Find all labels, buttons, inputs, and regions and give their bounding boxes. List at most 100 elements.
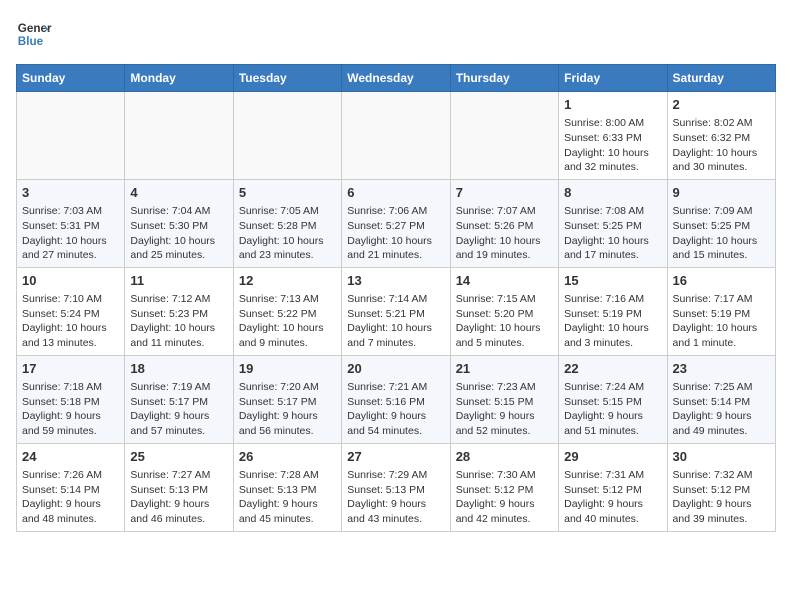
day-info-line: Daylight: 10 hours xyxy=(456,321,553,336)
day-number: 28 xyxy=(456,448,553,466)
day-info-line: and 19 minutes. xyxy=(456,248,553,263)
calendar-cell: 16Sunrise: 7:17 AMSunset: 5:19 PMDayligh… xyxy=(667,267,775,355)
day-info-line: Sunrise: 8:02 AM xyxy=(673,116,770,131)
day-number: 17 xyxy=(22,360,119,378)
day-number: 22 xyxy=(564,360,661,378)
day-info-line: and 15 minutes. xyxy=(673,248,770,263)
calendar-cell: 24Sunrise: 7:26 AMSunset: 5:14 PMDayligh… xyxy=(17,443,125,531)
day-number: 30 xyxy=(673,448,770,466)
day-info-line: Daylight: 9 hours xyxy=(456,497,553,512)
week-row-2: 10Sunrise: 7:10 AMSunset: 5:24 PMDayligh… xyxy=(17,267,776,355)
day-info-line: Sunrise: 7:20 AM xyxy=(239,380,336,395)
day-info-line: Daylight: 10 hours xyxy=(22,234,119,249)
calendar-cell: 26Sunrise: 7:28 AMSunset: 5:13 PMDayligh… xyxy=(233,443,341,531)
calendar-cell: 1 Sunrise: 8:00 AMSunset: 6:33 PMDaylight… xyxy=(559,92,667,180)
weekday-header-tuesday: Tuesday xyxy=(233,65,341,92)
day-info-line: Sunrise: 7:19 AM xyxy=(130,380,227,395)
weekday-header-saturday: Saturday xyxy=(667,65,775,92)
day-info-line: Daylight: 9 hours xyxy=(22,497,119,512)
day-info-line: Daylight: 10 hours xyxy=(130,321,227,336)
day-number: 18 xyxy=(130,360,227,378)
day-number: 20 xyxy=(347,360,444,378)
day-number: 13 xyxy=(347,272,444,290)
week-row-3: 17Sunrise: 7:18 AMSunset: 5:18 PMDayligh… xyxy=(17,355,776,443)
day-number: 3 xyxy=(22,184,119,202)
day-info-line: Sunrise: 7:06 AM xyxy=(347,204,444,219)
day-number: 25 xyxy=(130,448,227,466)
day-number: 24 xyxy=(22,448,119,466)
calendar-cell: 27Sunrise: 7:29 AMSunset: 5:13 PMDayligh… xyxy=(342,443,450,531)
day-info-line: and 5 minutes. xyxy=(456,336,553,351)
day-info-line: and 51 minutes. xyxy=(564,424,661,439)
day-info-line: and 3 minutes. xyxy=(564,336,661,351)
day-number: 5 xyxy=(239,184,336,202)
day-info-line: and 48 minutes. xyxy=(22,512,119,527)
day-info-line: Daylight: 10 hours xyxy=(239,234,336,249)
day-info-line: and 23 minutes. xyxy=(239,248,336,263)
day-number: 26 xyxy=(239,448,336,466)
day-info-line: Sunset: 5:13 PM xyxy=(347,483,444,498)
day-number: 16 xyxy=(673,272,770,290)
calendar-cell: 21Sunrise: 7:23 AMSunset: 5:15 PMDayligh… xyxy=(450,355,558,443)
calendar-cell: 12Sunrise: 7:13 AMSunset: 5:22 PMDayligh… xyxy=(233,267,341,355)
day-info-line: Sunset: 5:16 PM xyxy=(347,395,444,410)
day-info-line: and 39 minutes. xyxy=(673,512,770,527)
header: General Blue xyxy=(16,16,776,52)
day-info-line: Sunset: 5:24 PM xyxy=(22,307,119,322)
weekday-header-sunday: Sunday xyxy=(17,65,125,92)
day-info-line: Daylight: 10 hours xyxy=(673,321,770,336)
calendar-cell: 4Sunrise: 7:04 AMSunset: 5:30 PMDaylight… xyxy=(125,179,233,267)
day-number: 7 xyxy=(456,184,553,202)
day-info-line: Sunrise: 7:10 AM xyxy=(22,292,119,307)
day-info-line: and 25 minutes. xyxy=(130,248,227,263)
day-number: 9 xyxy=(673,184,770,202)
day-info-line: Sunrise: 7:23 AM xyxy=(456,380,553,395)
day-number: 14 xyxy=(456,272,553,290)
day-number: 11 xyxy=(130,272,227,290)
day-info-line: Sunset: 5:13 PM xyxy=(239,483,336,498)
day-info-line: Daylight: 10 hours xyxy=(673,234,770,249)
calendar-cell: 13Sunrise: 7:14 AMSunset: 5:21 PMDayligh… xyxy=(342,267,450,355)
day-number: 21 xyxy=(456,360,553,378)
calendar-cell: 11Sunrise: 7:12 AMSunset: 5:23 PMDayligh… xyxy=(125,267,233,355)
day-number: 15 xyxy=(564,272,661,290)
day-info-line: Sunset: 5:23 PM xyxy=(130,307,227,322)
calendar-cell: 17Sunrise: 7:18 AMSunset: 5:18 PMDayligh… xyxy=(17,355,125,443)
day-info-line: and 42 minutes. xyxy=(456,512,553,527)
day-info-line: Sunrise: 8:00 AM xyxy=(564,116,661,131)
calendar-cell: 3Sunrise: 7:03 AMSunset: 5:31 PMDaylight… xyxy=(17,179,125,267)
day-info-line: Sunset: 5:12 PM xyxy=(564,483,661,498)
weekday-header-thursday: Thursday xyxy=(450,65,558,92)
day-info-line: Sunrise: 7:27 AM xyxy=(130,468,227,483)
day-info-line: and 56 minutes. xyxy=(239,424,336,439)
day-info-line: Sunrise: 7:03 AM xyxy=(22,204,119,219)
day-info-line: Sunrise: 7:16 AM xyxy=(564,292,661,307)
day-info-line: Sunset: 5:26 PM xyxy=(456,219,553,234)
day-number: 6 xyxy=(347,184,444,202)
weekday-header-monday: Monday xyxy=(125,65,233,92)
day-info-line: Sunrise: 7:05 AM xyxy=(239,204,336,219)
calendar-cell: 8Sunrise: 7:08 AMSunset: 5:25 PMDaylight… xyxy=(559,179,667,267)
day-info-line: Daylight: 9 hours xyxy=(347,409,444,424)
day-info-line: Daylight: 9 hours xyxy=(673,409,770,424)
calendar-cell: 9Sunrise: 7:09 AMSunset: 5:25 PMDaylight… xyxy=(667,179,775,267)
day-info-line: and 9 minutes. xyxy=(239,336,336,351)
day-info-line: Sunrise: 7:13 AM xyxy=(239,292,336,307)
day-info-line: Sunset: 5:19 PM xyxy=(673,307,770,322)
day-info-line: Daylight: 10 hours xyxy=(564,321,661,336)
day-info-line: Sunrise: 7:29 AM xyxy=(347,468,444,483)
day-info-line: Daylight: 10 hours xyxy=(456,234,553,249)
day-number: 1 xyxy=(564,96,661,114)
calendar-cell xyxy=(450,92,558,180)
day-info-line: Sunset: 5:14 PM xyxy=(673,395,770,410)
day-info-line: and 13 minutes. xyxy=(22,336,119,351)
day-info-line: Sunset: 5:20 PM xyxy=(456,307,553,322)
day-info-line: Daylight: 10 hours xyxy=(564,146,661,161)
day-info-line: Sunrise: 7:25 AM xyxy=(673,380,770,395)
day-info-line: Sunset: 5:17 PM xyxy=(130,395,227,410)
day-info-line: Daylight: 10 hours xyxy=(347,321,444,336)
calendar-cell: 2Sunrise: 8:02 AMSunset: 6:32 PMDaylight… xyxy=(667,92,775,180)
calendar-cell: 28Sunrise: 7:30 AMSunset: 5:12 PMDayligh… xyxy=(450,443,558,531)
day-info-line: Sunset: 6:33 PM xyxy=(564,131,661,146)
day-number: 2 xyxy=(673,96,770,114)
